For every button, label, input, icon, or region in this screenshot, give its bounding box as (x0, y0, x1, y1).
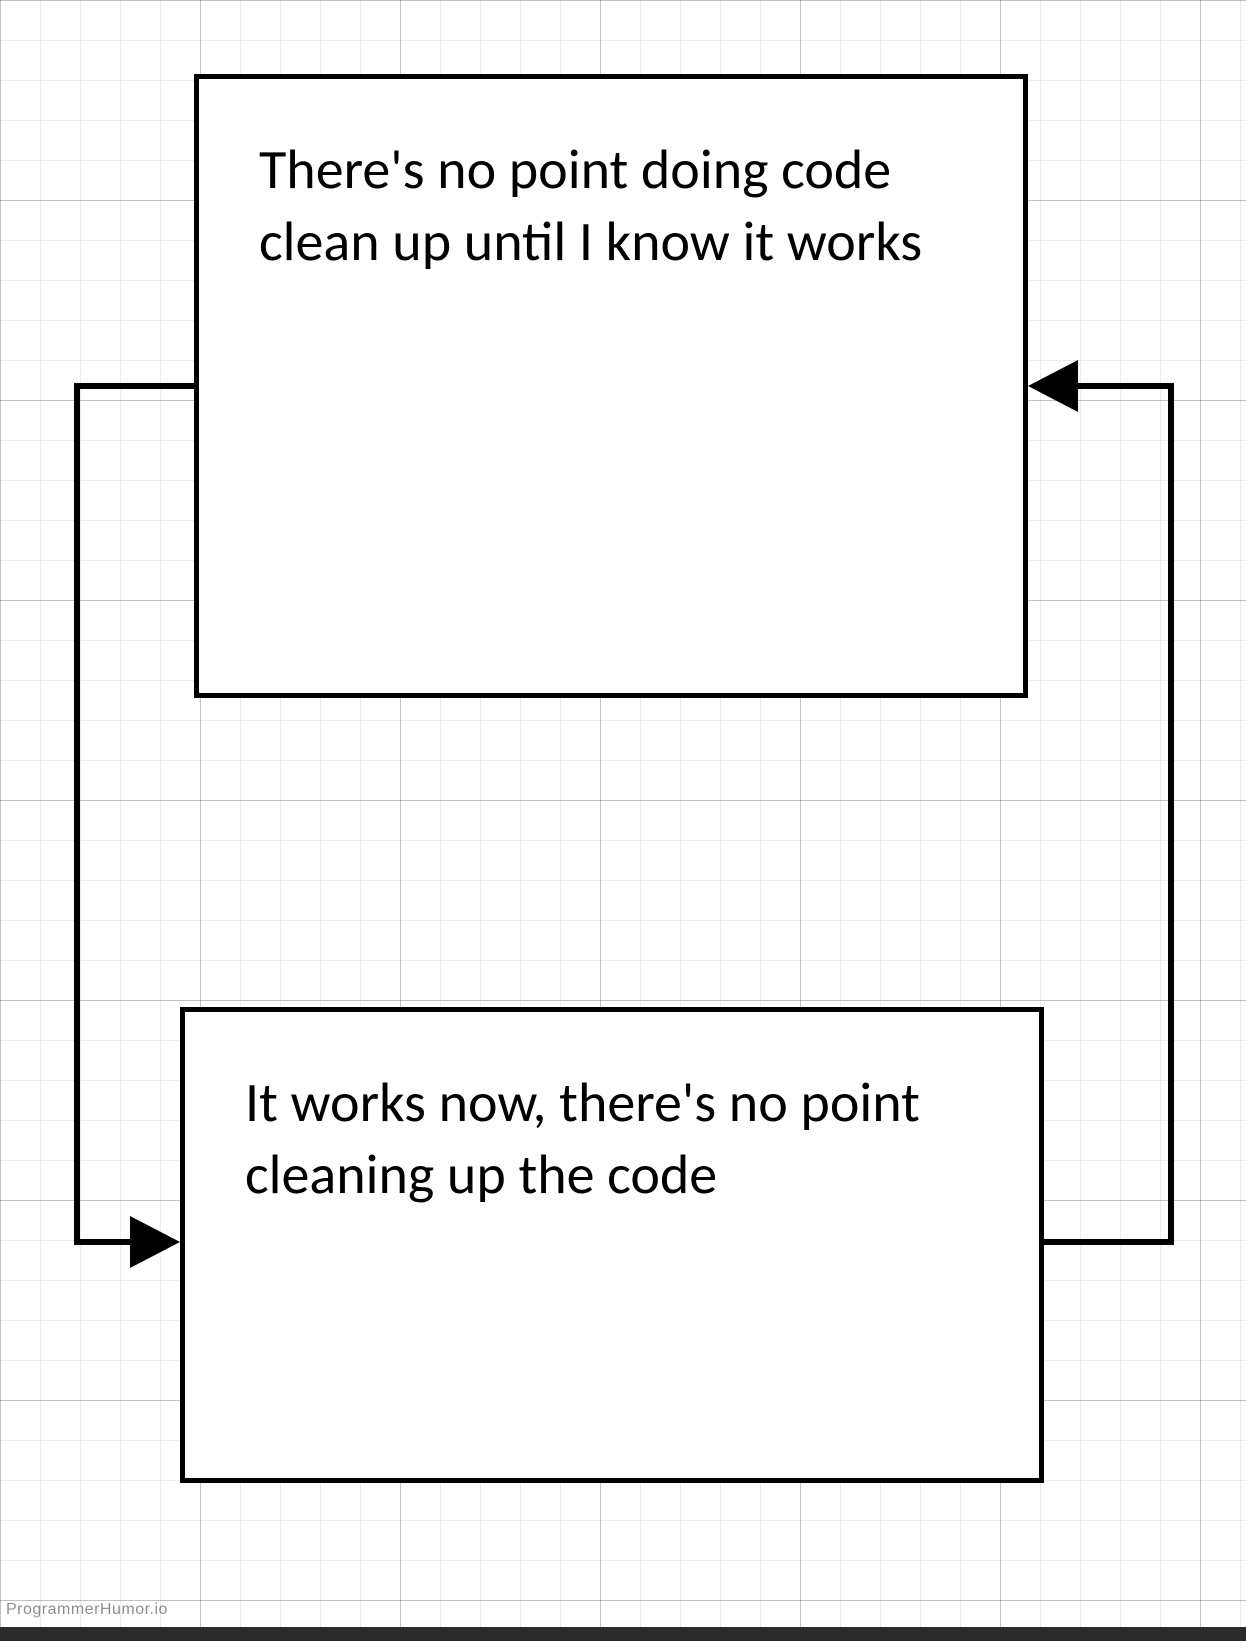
footer-bar (0, 1627, 1246, 1641)
flow-node-bottom-text: It works now, there's no point cleaning … (245, 1069, 920, 1209)
diagram-canvas: There's no point doing code clean up unt… (0, 0, 1246, 1641)
arrowhead-into-bottom (130, 1216, 180, 1268)
edge-right-h2 (1072, 383, 1174, 389)
flow-node-bottom: It works now, there's no point cleaning … (180, 1007, 1044, 1483)
watermark-text: ProgrammerHumor.io (6, 1601, 168, 1619)
flow-node-top-text: There's no point doing code clean up unt… (259, 136, 922, 276)
edge-right-h1 (1044, 1239, 1174, 1245)
arrowhead-into-top (1028, 360, 1078, 412)
flow-node-top: There's no point doing code clean up unt… (194, 74, 1028, 698)
edge-left-v (74, 383, 80, 1245)
edge-left-h1 (74, 383, 194, 389)
edge-left-h2 (74, 1239, 136, 1245)
edge-right-v (1168, 383, 1174, 1245)
